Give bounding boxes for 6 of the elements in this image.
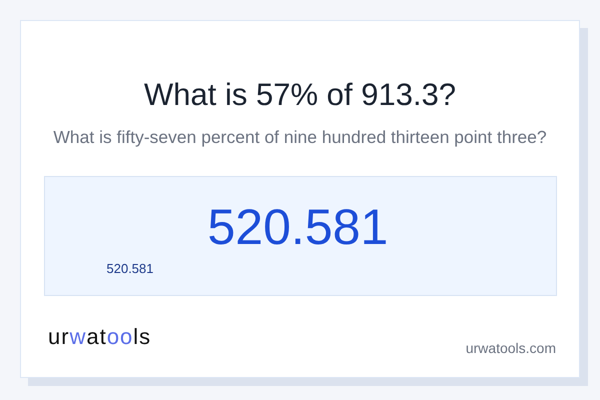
question-title: What is 57% of 913.3?: [144, 77, 456, 113]
site-domain: urwatools.com: [466, 340, 556, 356]
brand-logo: urwatools: [48, 324, 152, 350]
result-value: 520.581: [208, 199, 388, 255]
question-subtitle: What is fifty-seven percent of nine hundred thirteen point three?: [53, 127, 547, 148]
result-caption: 520.581: [106, 261, 154, 276]
